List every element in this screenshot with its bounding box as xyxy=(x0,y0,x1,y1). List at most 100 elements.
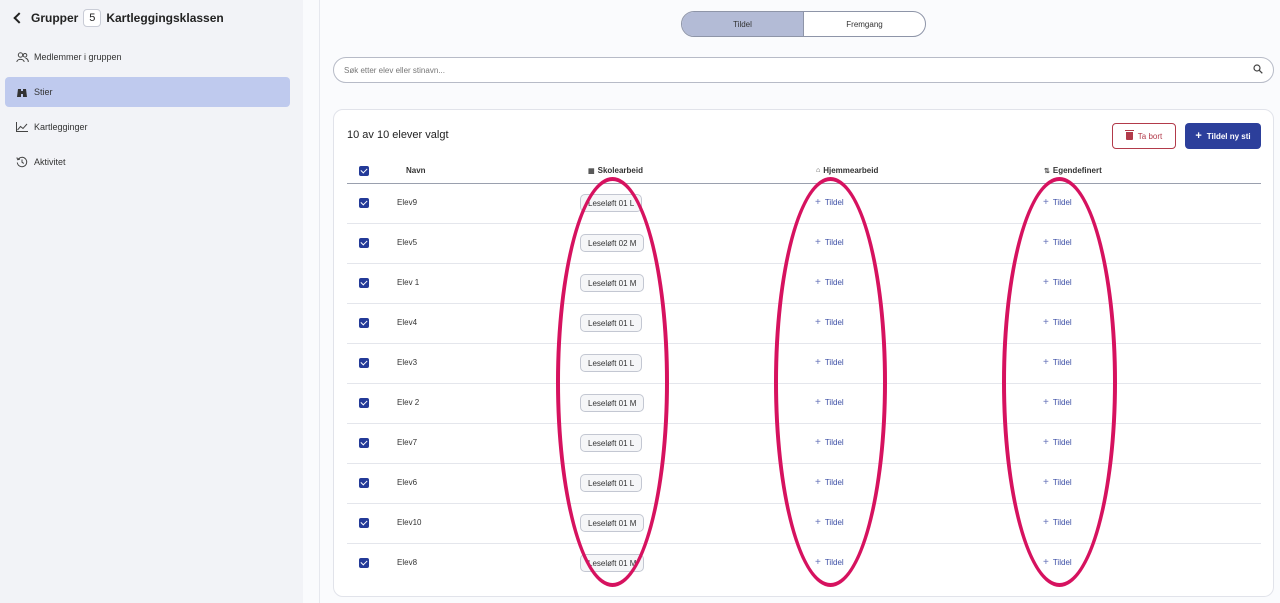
back-link[interactable]: Grupper xyxy=(31,11,78,25)
assign-custom-link[interactable]: + Tildel xyxy=(1043,476,1072,488)
assign-label: Tildel xyxy=(1052,238,1072,247)
row-checkbox[interactable] xyxy=(359,278,369,288)
selection-summary: 10 av 10 elever valgt xyxy=(347,129,449,141)
row-checkbox[interactable] xyxy=(359,438,369,448)
column-header-custom: ⇅ Egendefinert xyxy=(1044,166,1102,175)
assign-custom-link[interactable]: + Tildel xyxy=(1043,517,1072,527)
tab-progress[interactable]: Fremgang xyxy=(804,12,925,36)
school-path-chip[interactable]: Leseløft 01 M xyxy=(580,514,645,532)
sidebar-item-label: Aktivitet xyxy=(34,157,66,167)
row-checkbox[interactable] xyxy=(359,478,369,488)
school-icon: ▦ xyxy=(588,167,595,175)
school-path-chip[interactable]: Leseløft 01 L xyxy=(580,354,643,372)
row-checkbox[interactable] xyxy=(359,238,369,248)
student-name: Elev 2 xyxy=(397,398,420,407)
assign-home-link[interactable]: + Tildel xyxy=(815,357,844,367)
select-all-checkbox[interactable] xyxy=(359,166,369,176)
assign-label: Tildel xyxy=(824,398,844,407)
assign-custom-link[interactable]: + Tildel xyxy=(1043,357,1072,367)
table-row: Elev 2 Leseløft 01 M + Tildel + Tildel xyxy=(347,384,1261,424)
row-checkbox[interactable] xyxy=(359,518,369,528)
binoculars-icon xyxy=(15,85,29,99)
assign-label: Tildel xyxy=(824,238,844,247)
search-icon[interactable] xyxy=(1253,61,1263,79)
delete-button[interactable]: Ta bort xyxy=(1112,123,1176,149)
school-path-chip[interactable]: Leseløft 01 M xyxy=(580,274,645,292)
table-header: Navn ▦ Skolearbeid ⌂ Hjemmearbeid ⇅ Egen… xyxy=(347,160,1261,184)
table-row: Elev3 Leseløft 01 L + Tildel + Tildel xyxy=(347,344,1261,384)
sidebar-item-label: Kartlegginger xyxy=(34,122,88,132)
school-path-chip[interactable]: Leseløft 01 L xyxy=(580,474,643,492)
assign-label: Tildel xyxy=(824,438,844,447)
assign-custom-link[interactable]: + Tildel xyxy=(1043,197,1072,207)
assign-label: Tildel xyxy=(1052,278,1072,287)
plus-icon: + xyxy=(815,396,821,408)
assign-home-link[interactable]: + Tildel xyxy=(815,237,844,247)
assign-home-link[interactable]: + Tildel xyxy=(815,557,844,567)
column-header-school: ▦ Skolearbeid xyxy=(588,166,643,175)
plus-icon: + xyxy=(1043,276,1049,288)
plus-icon: + xyxy=(815,436,821,448)
assign-home-link[interactable]: + Tildel xyxy=(815,517,844,527)
sidebar-item-label: Medlemmer i gruppen xyxy=(34,52,122,62)
view-toggle: Tildel Fremgang xyxy=(681,11,926,37)
group-name: Kartleggingsklassen xyxy=(106,11,224,25)
assign-new-path-button[interactable]: + Tildel ny sti xyxy=(1185,123,1261,149)
assign-custom-link[interactable]: + Tildel xyxy=(1043,276,1072,288)
student-name: Elev9 xyxy=(397,198,418,207)
group-header: Grupper 5 Kartleggingsklassen xyxy=(12,8,224,28)
row-checkbox[interactable] xyxy=(359,198,369,208)
assign-home-link[interactable]: + Tildel xyxy=(815,436,844,448)
row-checkbox[interactable] xyxy=(359,318,369,328)
delete-label: Ta bort xyxy=(1137,131,1163,141)
assign-label: Tildel xyxy=(824,278,844,287)
student-name: Elev10 xyxy=(397,518,422,527)
row-checkbox[interactable] xyxy=(359,358,369,368)
assign-label: Tildel xyxy=(824,318,844,327)
school-path-chip[interactable]: Leseløft 01 L xyxy=(580,194,643,212)
plus-icon: + xyxy=(815,276,821,288)
column-header-label: Navn xyxy=(406,166,426,175)
school-path-chip[interactable]: Leseløft 01 M xyxy=(580,394,645,412)
sidebar-item-members[interactable]: Medlemmer i gruppen xyxy=(5,42,290,72)
students-card: 10 av 10 elever valgt Ta bort + Tildel n… xyxy=(333,109,1274,597)
assign-new-label: Tildel ny sti xyxy=(1206,131,1251,141)
assign-custom-link[interactable]: + Tildel xyxy=(1043,436,1072,448)
assign-label: Tildel xyxy=(1052,518,1072,527)
assign-custom-link[interactable]: + Tildel xyxy=(1043,397,1072,407)
row-checkbox[interactable] xyxy=(359,558,369,568)
search-bar xyxy=(333,57,1274,83)
chevron-left-icon[interactable] xyxy=(13,12,25,24)
assign-label: Tildel xyxy=(1052,198,1072,207)
student-name: Elev8 xyxy=(397,558,418,567)
assign-custom-link[interactable]: + Tildel xyxy=(1043,317,1072,327)
column-header-home: ⌂ Hjemmearbeid xyxy=(816,166,878,175)
school-path-chip[interactable]: Leseløft 02 M xyxy=(580,234,645,252)
plus-icon: + xyxy=(815,316,821,328)
sidebar-item-surveys[interactable]: Kartlegginger xyxy=(5,112,290,142)
sliders-icon: ⇅ xyxy=(1044,167,1050,175)
assign-home-link[interactable]: + Tildel xyxy=(815,316,844,328)
tab-assign[interactable]: Tildel xyxy=(682,12,803,36)
sidebar-item-paths[interactable]: Stier xyxy=(5,77,290,107)
assign-home-link[interactable]: + Tildel xyxy=(815,197,844,207)
assign-home-link[interactable]: + Tildel xyxy=(815,396,844,408)
assign-custom-link[interactable]: + Tildel xyxy=(1043,236,1072,248)
assign-home-link[interactable]: + Tildel xyxy=(815,477,844,487)
sidebar-item-activity[interactable]: Aktivitet xyxy=(5,147,290,177)
student-name: Elev 1 xyxy=(397,278,420,287)
assign-label: Tildel xyxy=(824,198,844,207)
plus-icon: + xyxy=(1043,436,1049,448)
assign-home-link[interactable]: + Tildel xyxy=(815,276,844,288)
school-path-chip[interactable]: Leseløft 01 L xyxy=(580,434,643,452)
school-path-chip[interactable]: Leseløft 01 L xyxy=(580,314,643,332)
assign-custom-link[interactable]: + Tildel xyxy=(1043,557,1072,567)
table-row: Elev9 Leseløft 01 L + Tildel + Tildel xyxy=(347,184,1261,224)
school-path-chip[interactable]: Leseløft 01 M xyxy=(580,554,645,572)
row-checkbox[interactable] xyxy=(359,398,369,408)
history-icon xyxy=(15,155,29,169)
plus-icon: + xyxy=(1043,236,1049,248)
sidebar: Grupper 5 Kartleggingsklassen Medlemmer … xyxy=(0,0,303,603)
plus-icon: + xyxy=(1043,476,1049,488)
search-input[interactable] xyxy=(344,65,1253,75)
